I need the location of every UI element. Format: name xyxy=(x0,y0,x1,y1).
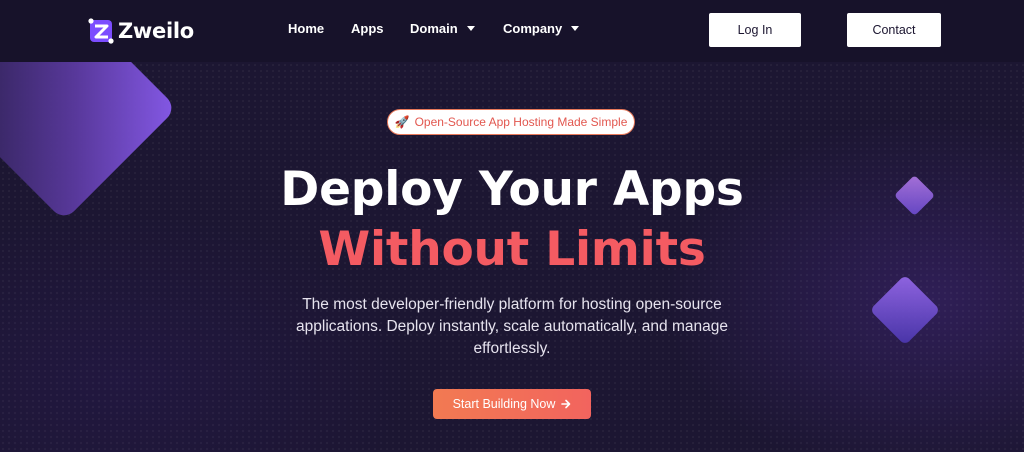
hero-title-line1: Deploy Your Apps xyxy=(280,162,744,217)
contact-button[interactable]: Contact xyxy=(847,13,941,47)
hero-subtitle: The most developer-friendly platform for… xyxy=(296,296,728,357)
landing-page: Zweilo Home Apps Domain Company Log In C… xyxy=(0,0,1024,452)
navbar: Zweilo Home Apps Domain Company Log In C… xyxy=(0,0,1024,62)
nav-domain-label: Domain xyxy=(410,21,458,36)
rocket-icon: 🚀 xyxy=(394,115,410,129)
chevron-down-icon xyxy=(571,26,580,31)
brand-name: Zweilo xyxy=(118,19,194,43)
cta-label: Start Building Now xyxy=(452,397,556,411)
brand-logo[interactable]: Zweilo xyxy=(86,16,194,46)
nav-company-label: Company xyxy=(503,21,563,36)
arrow-right-icon xyxy=(561,399,571,409)
nav-apps-link[interactable]: Apps xyxy=(351,21,384,36)
decorative-diamond-medium xyxy=(869,274,941,346)
hero-badge-text: Open-Source App Hosting Made Simple xyxy=(414,115,628,129)
logo-icon xyxy=(88,18,114,44)
nav-home-label: Home xyxy=(288,21,325,36)
nav-company-dropdown[interactable]: Company xyxy=(503,21,580,36)
nav-home-link[interactable]: Home xyxy=(288,21,324,36)
hero-badge: 🚀 Open-Source App Hosting Made Simple xyxy=(387,109,635,135)
hero-title-line2: Without Limits xyxy=(318,222,706,277)
nav-domain-dropdown[interactable]: Domain xyxy=(410,21,475,36)
login-button[interactable]: Log In xyxy=(709,13,801,47)
chevron-down-icon xyxy=(466,26,475,31)
nav-apps-label: Apps xyxy=(351,21,384,36)
start-building-button[interactable]: Start Building Now xyxy=(433,389,591,419)
